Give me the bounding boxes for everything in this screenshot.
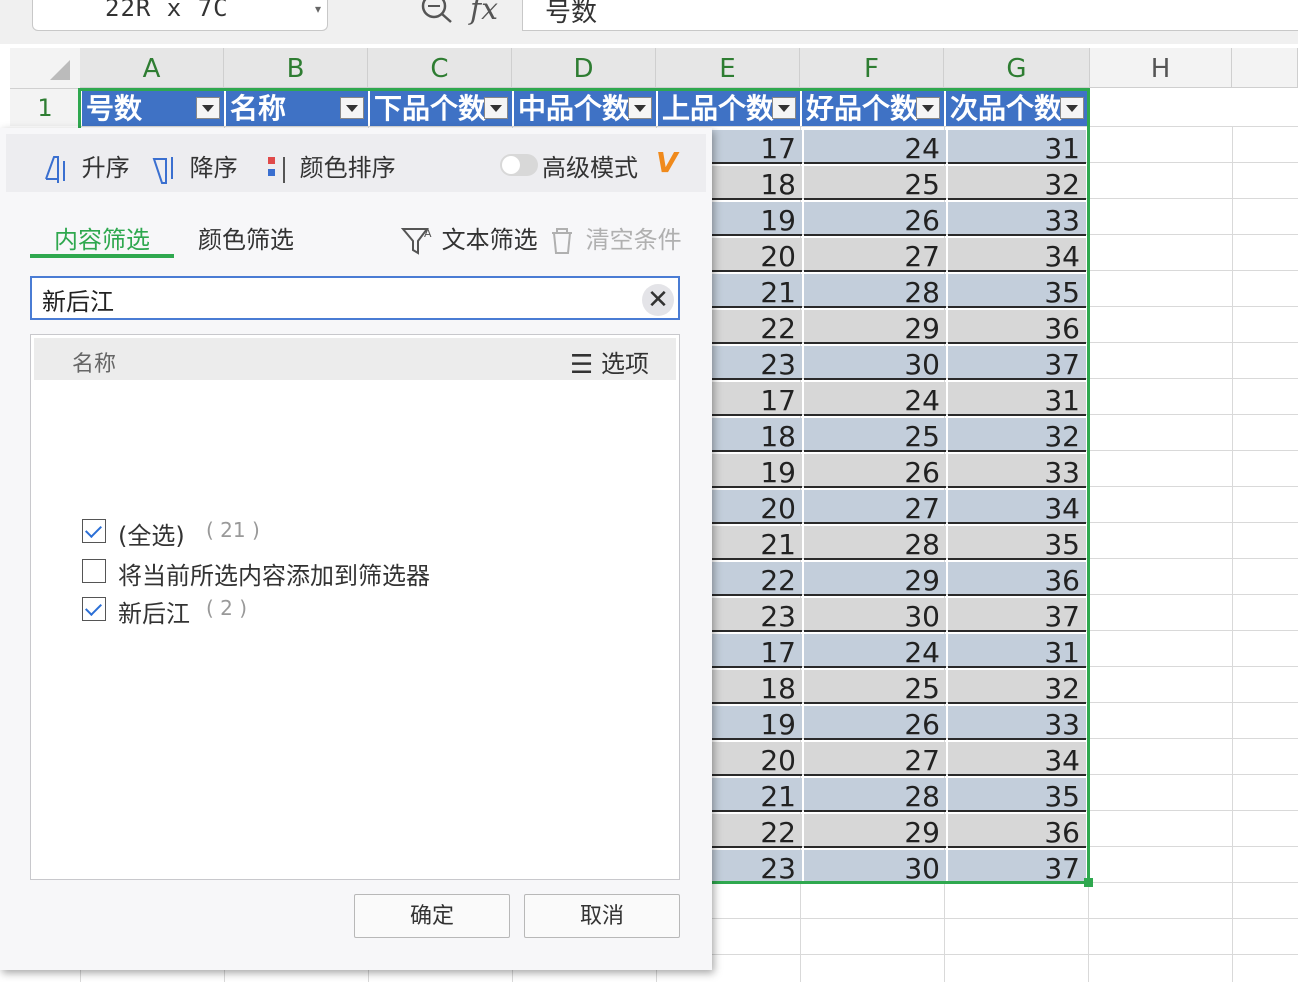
- value-list-header: 名称 ☰ 选项: [34, 338, 676, 380]
- menu-icon: ☰: [570, 350, 594, 380]
- text-filter-button[interactable]: A 文本筛选: [400, 220, 538, 257]
- text-filter-label: 文本筛选: [441, 226, 538, 254]
- advanced-mode-toggle[interactable]: [500, 154, 538, 176]
- active-tab-indicator: [30, 254, 174, 258]
- color-sort-label: 颜色排序: [299, 154, 396, 182]
- search-field[interactable]: [30, 276, 680, 320]
- fx-icon[interactable]: fx: [470, 0, 498, 27]
- select-all-corner[interactable]: [10, 48, 81, 89]
- sort-desc-label: 降序: [189, 154, 238, 182]
- cancel-button[interactable]: 取消: [524, 894, 680, 938]
- options-label: 选项: [600, 350, 649, 378]
- sort-asc-button[interactable]: 升序: [42, 148, 130, 185]
- color-sort-button[interactable]: 颜色排序: [266, 148, 396, 185]
- tab-color-filter[interactable]: 颜色筛选: [198, 220, 294, 255]
- column-header-overflow: [1232, 48, 1298, 88]
- zoom-icon[interactable]: [418, 0, 458, 32]
- formula-value: 号数: [545, 0, 598, 28]
- column-header[interactable]: E: [656, 48, 800, 88]
- tab-content-filter[interactable]: 内容筛选: [54, 220, 150, 255]
- clear-conditions-button[interactable]: 清空条件: [548, 220, 682, 257]
- row-header[interactable]: 1: [10, 89, 81, 126]
- trash-icon: [552, 228, 572, 254]
- sort-asc-label: 升序: [81, 154, 130, 182]
- name-box[interactable]: 22R x 7C ▾: [32, 0, 328, 31]
- close-icon[interactable]: ✕: [642, 284, 674, 316]
- filter-item-label[interactable]: (全选): [118, 516, 185, 551]
- advanced-mode-label: 高级模式: [542, 154, 638, 182]
- search-input[interactable]: [40, 282, 634, 316]
- column-header[interactable]: H: [1090, 48, 1232, 88]
- options-button[interactable]: ☰ 选项: [570, 344, 649, 380]
- filter-item-count: ( 2 ): [206, 596, 248, 620]
- column-header[interactable]: F: [800, 48, 944, 88]
- list-header-label: 名称: [72, 352, 117, 377]
- filter-item-label[interactable]: 将当前所选内容添加到筛选器: [118, 556, 430, 591]
- column-header[interactable]: A: [80, 48, 224, 88]
- vip-icon: V: [656, 146, 678, 179]
- filter-checkbox[interactable]: [82, 519, 106, 543]
- column-header[interactable]: B: [224, 48, 368, 88]
- ok-button[interactable]: 确定: [354, 894, 510, 938]
- color-sort-icon: [268, 157, 285, 183]
- clear-conditions-label: 清空条件: [585, 226, 682, 254]
- svg-text:A: A: [424, 227, 432, 240]
- column-header[interactable]: C: [368, 48, 512, 88]
- column-header[interactable]: D: [512, 48, 656, 88]
- filter-item-count: ( 21 ): [206, 518, 260, 542]
- fill-handle[interactable]: [1084, 878, 1093, 887]
- sort-asc-icon: [45, 156, 65, 183]
- sort-desc-button[interactable]: 降序: [150, 148, 238, 185]
- filter-checkbox[interactable]: [82, 597, 106, 621]
- name-box-value: 22R x 7C: [105, 0, 229, 22]
- sort-desc-icon: [152, 157, 173, 184]
- sort-toolbar: 升序 降序 颜色排序 高级模式 V: [6, 134, 706, 192]
- formula-input[interactable]: 号数: [522, 0, 1298, 31]
- chevron-down-icon[interactable]: ▾: [315, 2, 321, 16]
- filter-panel: 升序 降序 颜色排序 高级模式 V 内容筛选 颜色筛选 A 文本筛选 清空条件 …: [0, 128, 712, 970]
- column-header[interactable]: G: [944, 48, 1090, 88]
- funnel-icon: A: [400, 227, 432, 255]
- filter-checkbox[interactable]: [82, 559, 106, 583]
- filter-item-label[interactable]: 新后江: [118, 594, 190, 629]
